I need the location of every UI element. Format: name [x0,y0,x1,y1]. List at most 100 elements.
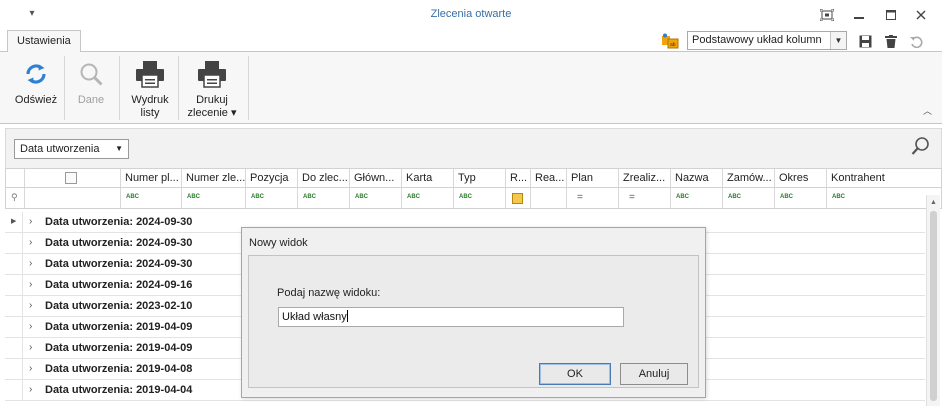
filter-cell[interactable]: = [567,188,619,208]
column-header[interactable]: Zamów... [723,169,775,187]
column-header[interactable]: Do zlec... [298,169,350,187]
filter-cell[interactable]: ABC [723,188,775,208]
new-view-dialog: Nowy widok Podaj nazwę widoku: Układ wła… [241,227,706,398]
filter-cell[interactable]: ABC [827,188,923,208]
expand-icon[interactable]: › [29,237,32,248]
tab-ustawienia[interactable]: Ustawienia [7,30,81,53]
expand-icon[interactable]: › [29,384,32,395]
column-header[interactable]: Numer pl... [121,169,182,187]
delete-icon[interactable] [883,33,899,49]
ribbon-separator [64,56,65,120]
restore-layout-icon[interactable] [816,6,838,24]
scrollbar-thumb[interactable] [930,211,937,401]
group-by-chip[interactable]: Data utworzenia ▼ [14,139,129,159]
filter-cell[interactable]: ABC [775,188,827,208]
window-title: Zlecenia otwarte [430,8,512,20]
layout-icon: ab [661,33,679,49]
column-header[interactable]: Plan [567,169,619,187]
expand-icon[interactable]: › [29,258,32,269]
search-icon[interactable] [911,136,931,159]
expand-icon[interactable]: › [29,363,32,374]
column-header[interactable]: R... [506,169,531,187]
close-icon[interactable] [910,6,932,24]
undo-icon[interactable] [908,33,924,49]
save-icon[interactable] [857,33,873,49]
data-label: Dane [77,94,105,106]
column-header[interactable]: Nazwa [671,169,723,187]
expand-icon[interactable]: › [29,321,32,332]
checkbox-filter[interactable] [512,193,523,204]
vertical-scrollbar[interactable]: ▲ [926,195,940,406]
text-caret [346,310,348,322]
filter-cell[interactable]: ABC [246,188,298,208]
data-button[interactable]: Dane [70,58,112,107]
ribbon-separator [178,56,179,120]
filter-cell[interactable]: ABC [350,188,402,208]
layout-select-value: Podstawowy układ kolumn [692,34,822,46]
grid-header: Numer pl... Numer zle... Pozycja Do zlec… [5,168,942,188]
chevron-down-icon[interactable]: ▼ [115,140,123,158]
column-header[interactable]: Karta [402,169,454,187]
auto-filter-row: ⚲ ABC ABC ABC ABC ABC ABC ABC = = ABC AB… [5,188,942,209]
print-order-label-line1: Drukuj [196,94,228,106]
group-panel: Data utworzenia ▼ [5,128,942,168]
filter-cell[interactable]: ABC [298,188,350,208]
filter-cell[interactable]: = [619,188,671,208]
column-header[interactable]: Numer zle... [182,169,246,187]
collapse-ribbon-icon[interactable]: ︿ [923,104,932,117]
filter-cell[interactable]: ABC [671,188,723,208]
filter-cell[interactable]: ABC [402,188,454,208]
column-header[interactable]: Kontrahent [827,169,923,187]
filter-cell[interactable] [531,188,567,208]
filter-cell[interactable]: ABC [454,188,506,208]
print-list-button[interactable]: Wydruk listy [124,58,176,120]
dialog-body: Podaj nazwę widoku: Układ własny OK Anul… [248,255,699,388]
refresh-button[interactable]: Odśwież [12,58,60,107]
print-order-button[interactable]: Drukuj zlecenie ▾ [182,58,242,120]
scroll-up-icon[interactable]: ▲ [930,199,937,206]
expand-icon[interactable]: › [29,342,32,353]
print-list-label-line1: Wydruk [131,94,169,106]
row-indicator-header [6,169,25,187]
ribbon-separator [119,56,120,120]
ribbon-tab-row: Ustawienia ab Podstawowy układ kolumn ▼ [0,30,942,53]
ribbon: Odśwież Dane Wydruk listy Drukuj zleceni… [0,52,942,124]
title-bar: ▾ Zlecenia otwarte [0,0,942,30]
expand-icon[interactable]: › [29,279,32,290]
view-name-input[interactable]: Układ własny [278,307,624,327]
ok-button[interactable]: OK [539,363,611,385]
row-indicator: ▶ [5,212,23,232]
chevron-down-icon[interactable]: ▼ [830,32,846,49]
filter-cell[interactable] [506,188,531,208]
expand-icon[interactable]: › [29,216,32,227]
filter-cell[interactable]: ABC [121,188,182,208]
maximize-icon[interactable] [880,6,902,24]
refresh-label: Odśwież [14,94,58,106]
printer-icon [134,58,166,90]
column-header[interactable]: Typ [454,169,506,187]
filter-cell[interactable] [25,188,121,208]
layout-select[interactable]: Podstawowy układ kolumn ▼ [687,31,847,50]
filter-cell[interactable]: ABC [182,188,246,208]
filter-icon: ⚲ [6,188,25,208]
group-by-label: Data utworzenia [20,143,100,155]
select-all-checkbox[interactable] [65,172,77,184]
column-header[interactable]: Rea... [531,169,567,187]
print-order-label-line2: zlecenie ▾ [187,107,237,119]
view-name-label: Podaj nazwę widoku: [277,287,381,299]
column-header[interactable]: Okres [775,169,827,187]
print-list-label-line2: listy [140,107,160,119]
column-header[interactable]: Główn... [350,169,402,187]
column-header[interactable]: Pozycja [246,169,298,187]
expand-icon[interactable]: › [29,300,32,311]
select-all-header [25,169,121,187]
column-header[interactable]: Zrealiz... [619,169,671,187]
printer-icon [196,58,228,90]
ribbon-separator [248,56,249,120]
dialog-title: Nowy widok [249,237,308,249]
refresh-icon [20,58,52,90]
svg-text:ab: ab [670,42,676,48]
magnifier-icon [75,58,107,90]
minimize-icon[interactable] [848,6,870,24]
cancel-button[interactable]: Anuluj [620,363,688,385]
